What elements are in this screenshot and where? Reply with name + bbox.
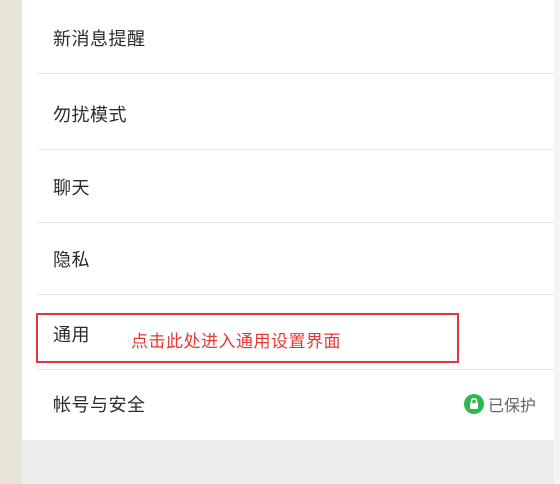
settings-page: 新消息提醒 勿扰模式 聊天 隐私 通用 帐号与安全 已保护 点击此处进入通用设置…	[0, 0, 560, 484]
settings-item-label: 帐号与安全	[53, 395, 146, 416]
left-sidebar-strip	[0, 0, 22, 484]
settings-item-label: 勿扰模式	[53, 105, 127, 126]
settings-item-new-message-alerts[interactable]: 新消息提醒	[22, 2, 554, 74]
divider	[38, 73, 554, 74]
settings-item-account-security[interactable]: 帐号与安全 已保护	[22, 368, 554, 440]
right-edge	[554, 0, 560, 484]
settings-item-chat[interactable]: 聊天	[22, 151, 554, 223]
settings-item-label: 通用	[53, 325, 90, 346]
settings-item-privacy[interactable]: 隐私	[22, 223, 554, 295]
settings-item-label: 隐私	[53, 250, 90, 271]
settings-item-label: 新消息提醒	[53, 29, 146, 50]
account-protected-status: 已保护	[463, 392, 536, 416]
bottom-section-spacer	[22, 440, 560, 484]
settings-item-label: 聊天	[53, 178, 90, 199]
status-text: 已保护	[487, 396, 536, 415]
annotation-text: 点击此处进入通用设置界面	[131, 332, 341, 352]
settings-list: 新消息提醒 勿扰模式 聊天 隐私 通用 帐号与安全 已保护	[22, 0, 554, 440]
settings-item-do-not-disturb[interactable]: 勿扰模式	[22, 78, 554, 150]
divider	[38, 294, 554, 295]
lock-icon	[463, 394, 484, 414]
divider	[38, 149, 554, 150]
